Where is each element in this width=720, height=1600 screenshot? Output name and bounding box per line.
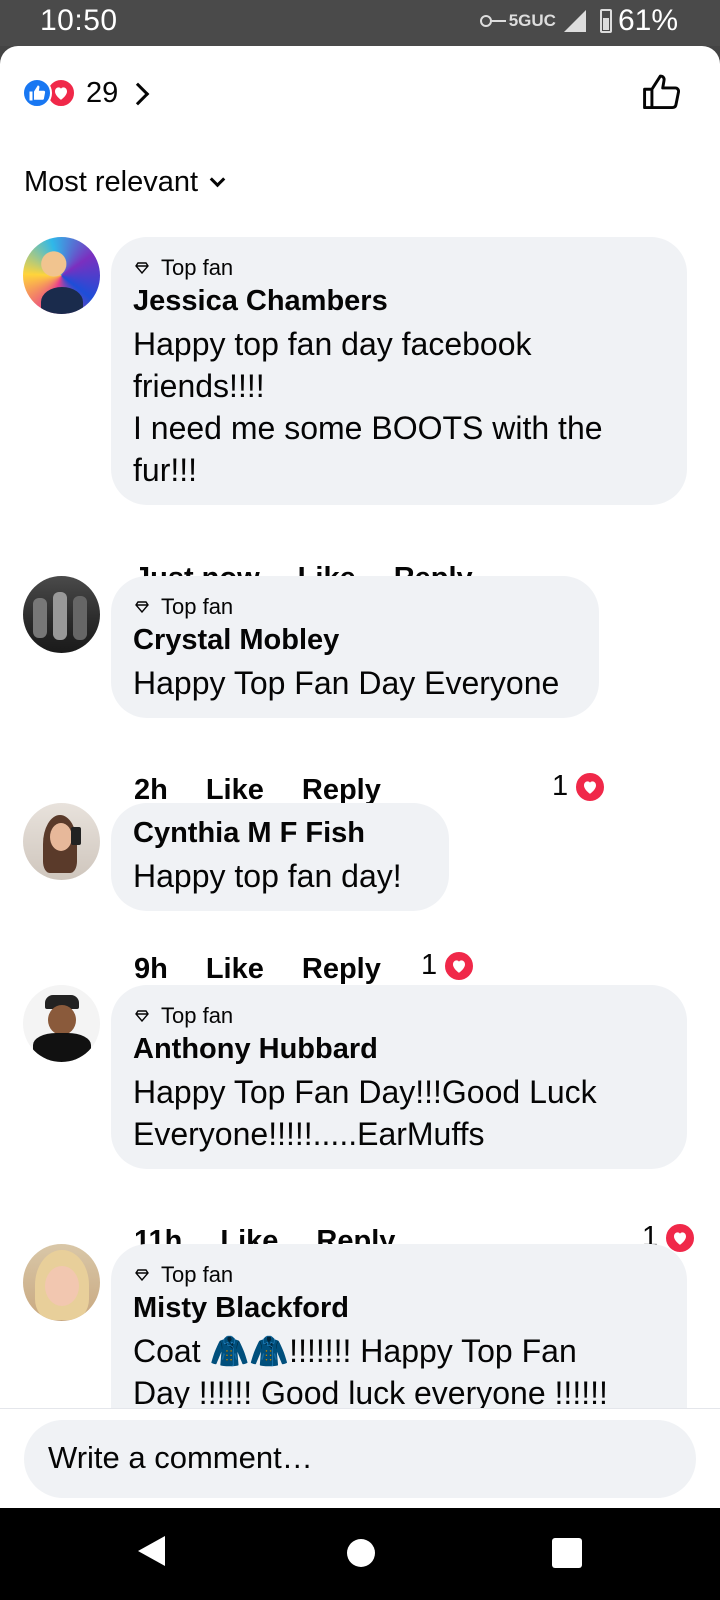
comment-line: I need me some BOOTS with the xyxy=(133,410,603,446)
comment-reaction-count: 1 xyxy=(552,770,569,802)
network-label: 5GUC xyxy=(508,11,556,30)
battery-percent: 61% xyxy=(617,4,678,37)
top-fan-label: Top fan xyxy=(161,255,234,280)
network-indicator: 5GUC xyxy=(479,11,556,31)
reactions-summary[interactable]: 29 xyxy=(22,76,150,110)
comment-bubble[interactable]: Cynthia M F Fish Happy top fan day! xyxy=(111,803,449,911)
diamond-icon xyxy=(135,601,149,613)
comment-input[interactable]: Write a comment… xyxy=(24,1420,696,1498)
comment-text: Coat 🧥🧥!!!!!!! Happy Top Fan Day !!!!!! … xyxy=(133,1330,665,1414)
commenter-name[interactable]: Jessica Chambers xyxy=(133,283,665,319)
comment-text: Happy Top Fan Day!!!Good Luck Everyone!!… xyxy=(133,1071,665,1155)
comments-sheet: 29 Most relevant Top fan Jessica Chamber… xyxy=(0,46,720,1508)
comment-bubble[interactable]: Top fan Jessica Chambers Happy top fan d… xyxy=(111,237,687,505)
status-time: 10:50 xyxy=(40,4,118,37)
comment-bubble[interactable]: Top fan Anthony Hubbard Happy Top Fan Da… xyxy=(111,985,687,1169)
top-fan-label: Top fan xyxy=(161,1003,234,1028)
chevron-right-icon xyxy=(126,82,150,106)
home-icon[interactable] xyxy=(347,1539,375,1567)
diamond-icon xyxy=(135,1010,149,1022)
commenter-name[interactable]: Misty Blackford xyxy=(133,1290,665,1326)
avatar[interactable] xyxy=(23,1244,100,1321)
sort-label: Most relevant xyxy=(24,166,199,198)
sort-dropdown[interactable]: Most relevant xyxy=(24,166,226,199)
diamond-icon xyxy=(135,262,149,274)
like-reaction-icon xyxy=(22,78,52,108)
heart-icon xyxy=(574,770,607,803)
like-button[interactable]: Like xyxy=(206,953,264,986)
avatar[interactable] xyxy=(23,803,100,880)
comment-line: Happy top fan day! xyxy=(133,858,402,894)
reply-button[interactable]: Reply xyxy=(302,953,381,986)
avatar[interactable] xyxy=(23,576,100,653)
commenter-name[interactable]: Cynthia M F Fish xyxy=(133,815,427,851)
back-icon[interactable] xyxy=(138,1536,165,1566)
diamond-icon xyxy=(135,1269,149,1281)
top-fan-label: Top fan xyxy=(161,1262,234,1287)
comment-line: Everyone!!!!!.....EarMuffs xyxy=(133,1116,485,1152)
status-icons: 5GUC 61% xyxy=(479,4,678,38)
vpn-key-icon xyxy=(479,15,506,27)
top-fan-badge: Top fan xyxy=(133,253,665,283)
comment-line: fur!!! xyxy=(133,452,198,488)
comment-line: friends!!!! xyxy=(133,368,265,404)
comment-reaction-badge[interactable]: 1 xyxy=(421,949,476,982)
top-fan-badge: Top fan xyxy=(133,592,577,622)
signal-icon xyxy=(563,10,586,32)
heart-icon xyxy=(443,949,476,982)
avatar[interactable] xyxy=(23,985,100,1062)
commenter-name[interactable]: Crystal Mobley xyxy=(133,622,577,658)
chevron-down-icon xyxy=(209,171,226,188)
system-nav-bar xyxy=(0,1508,720,1600)
battery-icon xyxy=(599,9,612,33)
comment-time: 9h xyxy=(134,953,168,985)
top-fan-label: Top fan xyxy=(161,594,234,619)
avatar[interactable] xyxy=(23,237,100,314)
comment-text: Happy top fan day! xyxy=(133,855,427,897)
recents-icon[interactable] xyxy=(552,1538,582,1568)
comment-line: Coat 🧥🧥!!!!!!! Happy Top Fan xyxy=(133,1333,577,1369)
comment-text: Happy top fan day facebook friends!!!! I… xyxy=(133,323,665,491)
comment-reaction-count: 1 xyxy=(421,949,438,981)
comment-line: Happy Top Fan Day Everyone xyxy=(133,665,560,701)
comment-line: Happy Top Fan Day!!!Good Luck xyxy=(133,1074,597,1110)
top-fan-badge: Top fan xyxy=(133,1260,665,1290)
like-post-button[interactable] xyxy=(640,70,684,114)
comment-line: Happy top fan day facebook xyxy=(133,326,532,362)
top-fan-badge: Top fan xyxy=(133,1001,665,1031)
commenter-name[interactable]: Anthony Hubbard xyxy=(133,1031,665,1067)
comment-bubble[interactable]: Top fan Crystal Mobley Happy Top Fan Day… xyxy=(111,576,599,718)
reaction-count: 29 xyxy=(86,76,119,109)
comment-actions: 9h Like Reply xyxy=(134,953,419,986)
status-bar: 10:50 5GUC 61% xyxy=(0,0,720,46)
comment-reaction-badge[interactable]: 1 xyxy=(552,770,607,803)
comment-text: Happy Top Fan Day Everyone xyxy=(133,662,577,704)
